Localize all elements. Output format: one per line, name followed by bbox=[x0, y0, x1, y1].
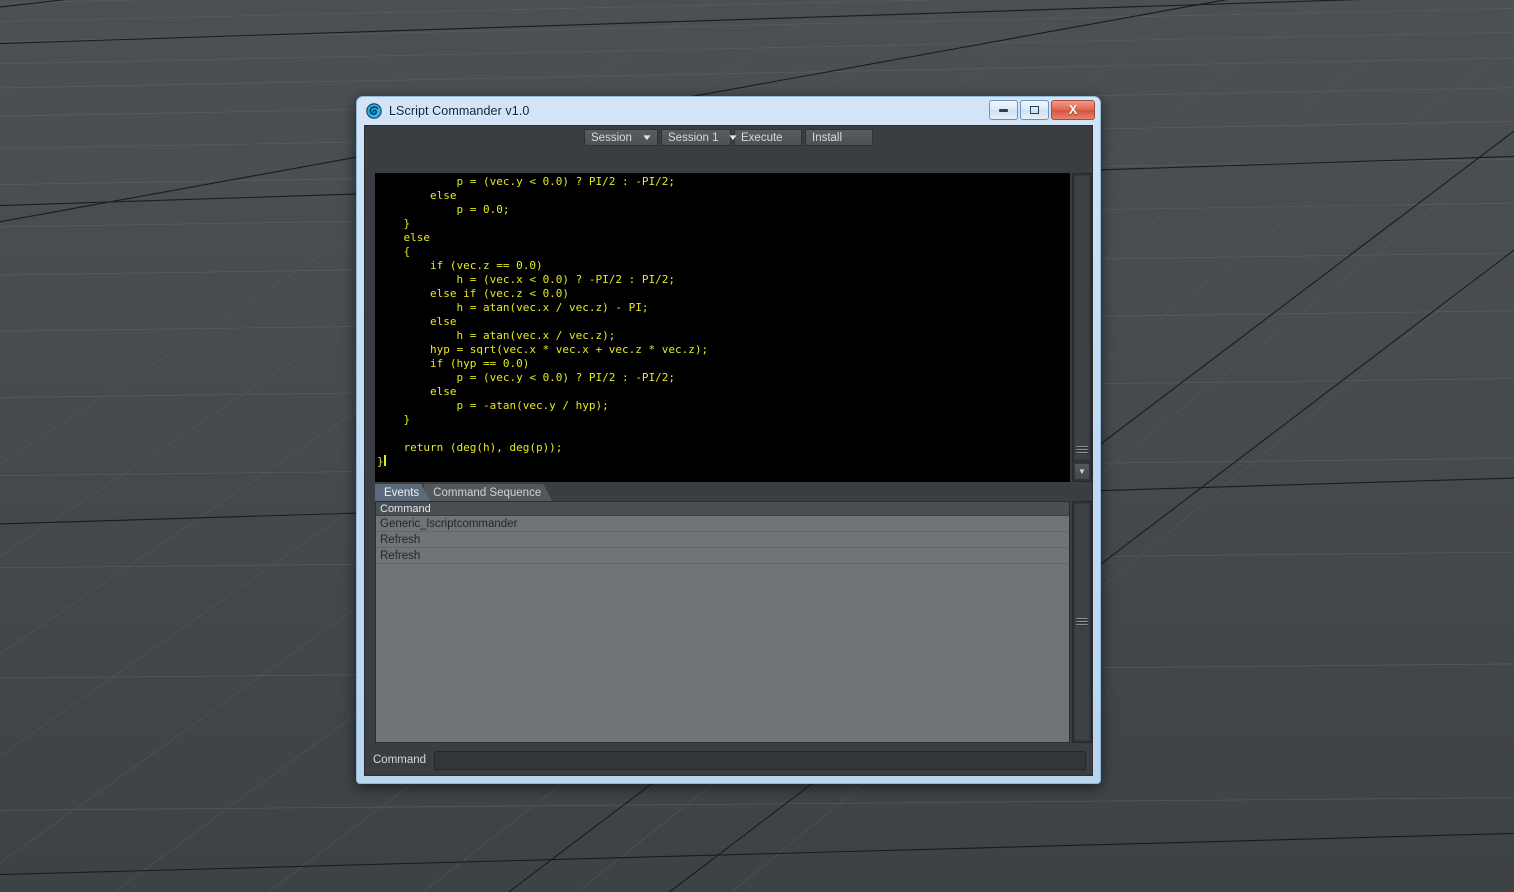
events-panel: Command Generic_lscriptcommander Refresh… bbox=[375, 501, 1092, 743]
close-icon: X bbox=[1068, 102, 1078, 117]
lscript-commander-window[interactable]: LScript Commander v1.0 X Session ▼ Sessi… bbox=[356, 96, 1101, 784]
code-line: p = (vec.y < 0.0) ? PI/2 : -PI/2; bbox=[377, 175, 676, 188]
maximize-icon bbox=[1030, 106, 1039, 114]
install-label: Install bbox=[812, 131, 843, 144]
command-input[interactable] bbox=[434, 750, 1086, 770]
table-cell-command: Generic_lscriptcommander bbox=[380, 517, 518, 530]
text-cursor bbox=[383, 455, 386, 466]
tab-events-label: Events bbox=[384, 486, 420, 499]
window-controls: X bbox=[989, 100, 1095, 120]
table-row[interactable]: Refresh bbox=[376, 548, 1069, 564]
session-type-value: Session bbox=[591, 131, 632, 144]
install-button[interactable]: Install bbox=[805, 129, 873, 146]
close-button[interactable]: X bbox=[1051, 100, 1095, 120]
code-line: else bbox=[377, 385, 457, 398]
lscript-spiral-icon bbox=[366, 103, 382, 119]
window-title: LScript Commander v1.0 bbox=[389, 104, 530, 118]
scrollbar-grip-icon bbox=[1076, 446, 1088, 453]
code-line: hyp = sqrt(vec.x * vec.x + vec.z * vec.z… bbox=[377, 343, 709, 356]
code-line: h = atan(vec.x / vec.z); bbox=[377, 329, 616, 342]
code-line: else bbox=[377, 231, 430, 244]
chevron-down-icon: ▼ bbox=[641, 132, 653, 142]
table-column-header-command[interactable]: Command bbox=[376, 502, 1069, 516]
code-line: p = -atan(vec.y / hyp); bbox=[377, 399, 609, 412]
code-line: h = atan(vec.x / vec.z) - PI; bbox=[377, 301, 649, 314]
chevron-down-icon: ▼ bbox=[1078, 467, 1086, 476]
column-header-label: Command bbox=[380, 502, 431, 515]
window-client-area: Session ▼ Session 1 ▼ Execute Install p … bbox=[364, 125, 1093, 776]
events-table[interactable]: Command Generic_lscriptcommander Refresh… bbox=[375, 501, 1070, 743]
script-editor: p = (vec.y < 0.0) ? PI/2 : -PI/2; else p… bbox=[375, 173, 1092, 482]
command-bar: Command bbox=[365, 745, 1092, 775]
code-line: } bbox=[377, 413, 411, 426]
code-line: } bbox=[377, 217, 411, 230]
window-titlebar[interactable]: LScript Commander v1.0 X bbox=[357, 97, 1100, 125]
table-cell-command: Refresh bbox=[380, 533, 421, 546]
code-line: else if (vec.z < 0.0) bbox=[377, 287, 570, 300]
table-row[interactable]: Generic_lscriptcommander bbox=[376, 516, 1069, 532]
tab-command-sequence[interactable]: Command Sequence bbox=[424, 484, 552, 501]
execute-button[interactable]: Execute bbox=[734, 129, 802, 146]
minimize-button[interactable] bbox=[989, 100, 1018, 120]
tab-command-sequence-label: Command Sequence bbox=[433, 486, 542, 499]
code-line: p = 0.0; bbox=[377, 203, 510, 216]
code-line: else bbox=[377, 189, 457, 202]
session-instance-value: Session 1 bbox=[668, 131, 719, 144]
code-line: else bbox=[377, 315, 457, 328]
scrollbar-grip-icon bbox=[1076, 618, 1088, 625]
execute-label: Execute bbox=[741, 131, 783, 144]
command-input-label: Command bbox=[373, 754, 427, 766]
script-editor-textarea[interactable]: p = (vec.y < 0.0) ? PI/2 : -PI/2; else p… bbox=[375, 173, 1070, 482]
editor-scrollbar-thumb[interactable] bbox=[1074, 175, 1090, 460]
events-scrollbar-thumb[interactable] bbox=[1074, 503, 1090, 741]
code-line: if (hyp == 0.0) bbox=[377, 357, 530, 370]
session-type-dropdown[interactable]: Session ▼ bbox=[584, 129, 658, 146]
maximize-button[interactable] bbox=[1020, 100, 1049, 120]
code-line: } bbox=[377, 455, 386, 468]
editor-vertical-scrollbar[interactable]: ▼ bbox=[1072, 173, 1092, 482]
session-instance-dropdown[interactable]: Session 1 ▼ bbox=[661, 129, 738, 146]
toolbar: Session ▼ Session 1 ▼ Execute Install bbox=[365, 126, 1092, 147]
code-line: { bbox=[377, 245, 411, 258]
code-line: h = (vec.x < 0.0) ? -PI/2 : PI/2; bbox=[377, 273, 676, 286]
minimize-icon bbox=[999, 108, 1008, 112]
code-line: p = (vec.y < 0.0) ? PI/2 : -PI/2; bbox=[377, 371, 676, 384]
code-line: if (vec.z == 0.0) bbox=[377, 259, 543, 272]
chevron-down-icon: ▼ bbox=[726, 132, 739, 142]
events-vertical-scrollbar[interactable] bbox=[1072, 501, 1092, 743]
panel-tabs: Events Command Sequence bbox=[375, 484, 552, 501]
editor-scroll-down-button[interactable]: ▼ bbox=[1074, 463, 1090, 480]
tab-events[interactable]: Events bbox=[375, 484, 430, 501]
table-row[interactable]: Refresh bbox=[376, 532, 1069, 548]
table-cell-command: Refresh bbox=[380, 549, 421, 562]
code-line: return (deg(h), deg(p)); bbox=[377, 441, 563, 454]
